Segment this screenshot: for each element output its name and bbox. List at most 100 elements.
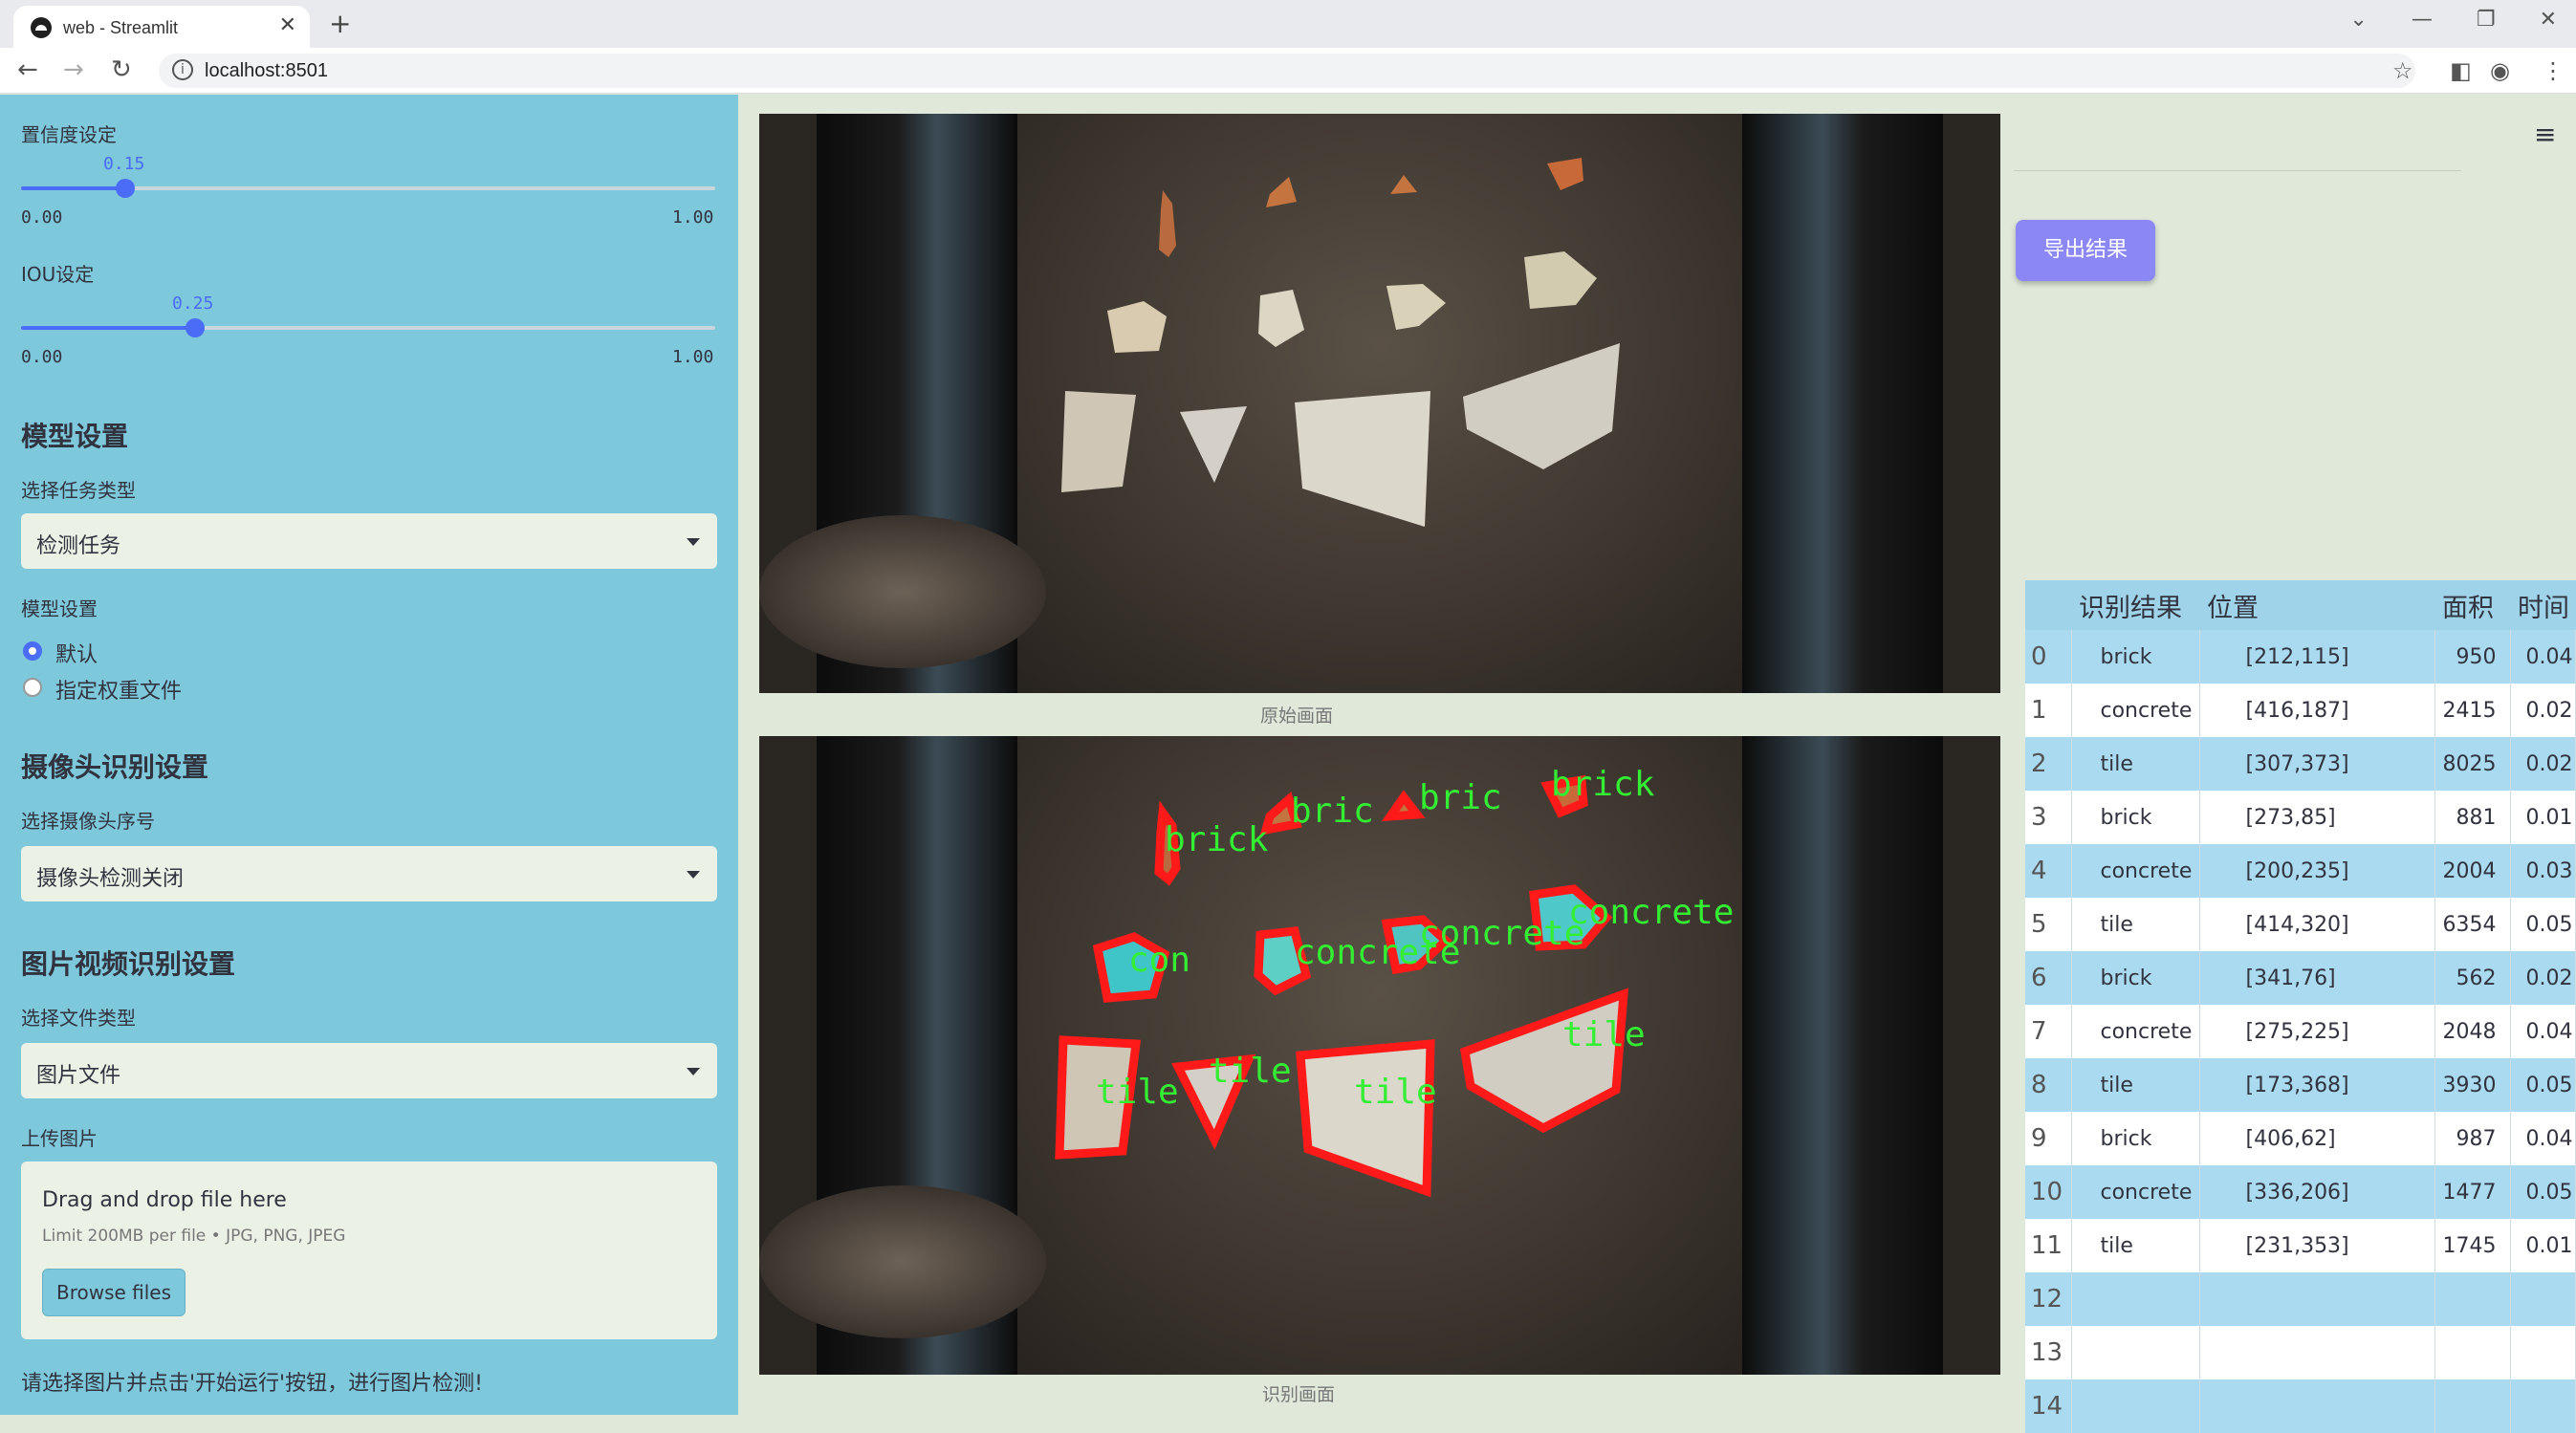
row-class: tile [2071, 898, 2200, 951]
file-type-label: 选择文件类型 [21, 1007, 136, 1030]
row-position [2199, 1379, 2435, 1433]
table-row[interactable]: 11 tile [231,353] 1745 0.01 [2025, 1219, 2576, 1272]
row-class: tile [2071, 737, 2200, 791]
confidence-slider-handle[interactable] [115, 179, 135, 198]
column-header-class[interactable]: 识别结果 [2071, 580, 2199, 630]
forward-icon[interactable]: → [63, 55, 84, 84]
table-row[interactable]: 7 concrete [275,225] 2048 0.04 [2025, 1005, 2576, 1058]
detection-label: concrete [1419, 914, 1584, 953]
row-time: 0.05 [2510, 1165, 2576, 1219]
task-type-label: 选择任务类型 [21, 479, 136, 502]
profile-icon[interactable]: ◉ [2490, 57, 2510, 84]
row-area: 2004 [2434, 844, 2511, 898]
tab-title: web - Streamlit [63, 18, 179, 37]
table-row[interactable]: 1 concrete [416,187] 2415 0.02 [2025, 684, 2576, 737]
column-header-area[interactable]: 面积 [2434, 580, 2510, 630]
table-row[interactable]: 14 [2025, 1379, 2576, 1433]
browser-menu-icon[interactable]: ⋮ [2542, 57, 2565, 84]
back-icon[interactable]: ← [17, 55, 38, 84]
iou-slider-handle[interactable] [185, 318, 205, 337]
row-area: 881 [2434, 791, 2511, 844]
streamlit-favicon-icon [31, 17, 52, 38]
radio-custom-weights[interactable] [23, 678, 42, 697]
address-bar[interactable]: i localhost:8501 [159, 54, 2415, 88]
row-area [2434, 1272, 2511, 1326]
table-row[interactable]: 4 concrete [200,235] 2004 0.03 [2025, 844, 2576, 898]
table-row[interactable]: 9 brick [406,62] 987 0.04 [2025, 1112, 2576, 1165]
result-image: brick bric bric brick con concrete concr… [759, 736, 2000, 1375]
row-position: [406,62] [2199, 1112, 2435, 1165]
detection-label: tile [1096, 1073, 1179, 1112]
column-header-position[interactable]: 位置 [2199, 580, 2434, 630]
camera-index-value: 摄像头检测关闭 [36, 867, 185, 891]
url-text: localhost:8501 [205, 60, 328, 81]
export-results-button[interactable]: 导出结果 [2016, 220, 2155, 281]
iou-slider-fill [21, 326, 195, 330]
iou-slider[interactable] [21, 318, 715, 337]
file-dropzone[interactable]: Drag and drop file here Limit 200MB per … [21, 1162, 717, 1339]
confidence-slider[interactable] [21, 179, 715, 198]
row-area: 2415 [2434, 684, 2511, 737]
task-type-select[interactable]: 检测任务 [21, 513, 717, 569]
confidence-max: 1.00 [672, 207, 714, 228]
browse-files-button[interactable]: Browse files [42, 1269, 186, 1316]
objects-layer [1061, 158, 1620, 527]
browser-tab[interactable]: web - Streamlit ✕ [13, 6, 310, 48]
detection-label: bric [1419, 778, 1502, 817]
column-header-index[interactable] [2025, 580, 2071, 630]
row-time [2510, 1272, 2576, 1326]
chevron-down-icon [687, 538, 700, 546]
results-table: 识别结果 位置 面积 时间 0 brick [212,115] 950 0.04 1 con… [2025, 580, 2576, 1433]
radio-default[interactable] [23, 641, 42, 661]
row-area: 1477 [2434, 1165, 2511, 1219]
row-time: 0.05 [2510, 898, 2576, 951]
row-index: 13 [2025, 1326, 2072, 1379]
restore-icon[interactable]: ❐ [2477, 8, 2496, 32]
tab-search-icon[interactable]: ⌄ [2349, 8, 2367, 32]
column-header-time[interactable]: 时间 [2510, 580, 2576, 630]
table-row[interactable]: 8 tile [173,368] 3930 0.05 [2025, 1058, 2576, 1112]
confidence-min: 0.00 [21, 207, 63, 228]
table-row[interactable]: 5 tile [414,320] 6354 0.05 [2025, 898, 2576, 951]
iou-label: IOU设定 [21, 263, 95, 286]
new-tab-icon[interactable]: + [329, 8, 351, 39]
close-window-icon[interactable]: ✕ [2540, 8, 2557, 32]
tab-close-icon[interactable]: ✕ [279, 13, 296, 37]
row-time: 0.04 [2510, 1112, 2576, 1165]
table-row[interactable]: 3 brick [273,85] 881 0.01 [2025, 791, 2576, 844]
minimize-icon[interactable]: — [2412, 8, 2433, 32]
iou-min: 0.00 [21, 347, 63, 367]
media-settings-header: 图片视频识别设置 [21, 948, 236, 980]
row-position [2199, 1272, 2435, 1326]
detection-outline [1296, 1039, 1435, 1198]
radio-custom-weights-label[interactable]: 指定权重文件 [55, 674, 182, 705]
confidence-value: 0.15 [103, 154, 145, 174]
row-index: 6 [2025, 951, 2072, 1005]
bookmark-star-icon[interactable]: ☆ [2392, 57, 2413, 84]
row-index: 2 [2025, 737, 2072, 791]
row-area: 3930 [2434, 1058, 2511, 1112]
hamburger-menu-icon[interactable]: ≡ [2534, 119, 2556, 150]
row-position: [200,235] [2199, 844, 2435, 898]
row-class: tile [2071, 1219, 2200, 1272]
table-row[interactable]: 13 [2025, 1326, 2576, 1379]
detection-label: bric [1291, 792, 1374, 831]
detection-label: tile [1354, 1073, 1437, 1112]
row-area: 8025 [2434, 737, 2511, 791]
table-row[interactable]: 12 [2025, 1272, 2576, 1326]
divider [2014, 170, 2461, 171]
side-panel-icon[interactable]: ◧ [2450, 57, 2472, 84]
table-row[interactable]: 10 concrete [336,206] 1477 0.05 [2025, 1165, 2576, 1219]
file-type-select[interactable]: 图片文件 [21, 1043, 717, 1098]
site-info-icon[interactable]: i [172, 59, 193, 80]
table-row[interactable]: 6 brick [341,76] 562 0.02 [2025, 951, 2576, 1005]
instruction-text: 请选择图片并点击'开始运行'按钮，进行图片检测! [21, 1372, 483, 1396]
table-row[interactable]: 0 brick [212,115] 950 0.04 [2025, 630, 2576, 684]
row-index: 5 [2025, 898, 2072, 951]
reload-icon[interactable]: ↻ [111, 55, 132, 84]
upload-label: 上传图片 [21, 1127, 98, 1150]
row-position: [341,76] [2199, 951, 2435, 1005]
table-row[interactable]: 2 tile [307,373] 8025 0.02 [2025, 737, 2576, 791]
radio-default-label[interactable]: 默认 [55, 638, 98, 668]
camera-index-select[interactable]: 摄像头检测关闭 [21, 846, 717, 901]
